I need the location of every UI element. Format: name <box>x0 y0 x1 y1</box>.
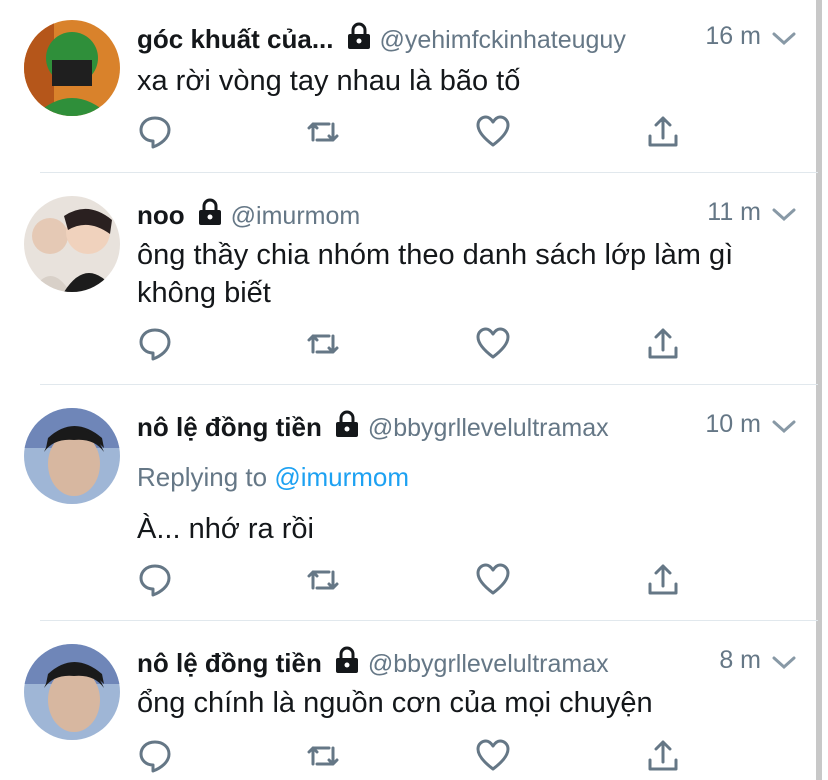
display-name[interactable]: noo <box>137 200 185 230</box>
tweet-4[interactable]: nô lệ đồng tiền @bbygrllevelultramax 8 m … <box>0 620 818 780</box>
timestamp[interactable]: 10 m <box>705 410 761 439</box>
display-name[interactable]: nô lệ đồng tiền <box>137 648 322 678</box>
retweet-icon[interactable] <box>305 562 345 602</box>
user-handle[interactable]: @imurmom <box>231 202 361 230</box>
display-name[interactable]: nô lệ đồng tiền <box>137 412 322 442</box>
lock-icon <box>334 410 360 443</box>
lock-icon <box>197 198 223 231</box>
tweet-text: ổng chính là nguồn cơn của mọi chuyện <box>137 687 653 719</box>
retweet-icon[interactable] <box>305 738 345 778</box>
action-bar <box>137 738 697 778</box>
user-handle[interactable]: @bbygrllevelultramax <box>368 650 609 678</box>
replying-to: Replying to @imurmom <box>137 462 409 493</box>
share-icon[interactable] <box>645 114 685 154</box>
avatar[interactable] <box>24 408 120 504</box>
action-bar <box>137 326 697 366</box>
tweet-text: xa rời vòng tay nhau là bão tố <box>137 65 521 97</box>
avatar[interactable] <box>24 20 120 116</box>
like-icon[interactable] <box>475 738 515 778</box>
like-icon[interactable] <box>475 114 515 154</box>
display-name[interactable]: góc khuất của... <box>137 24 334 54</box>
reply-icon[interactable] <box>137 326 177 366</box>
tweet-3[interactable]: nô lệ đồng tiền @bbygrllevelultramax 10 m… <box>0 384 818 620</box>
chevron-down-icon[interactable] <box>771 204 797 229</box>
reply-icon[interactable] <box>137 114 177 154</box>
lock-icon <box>346 22 372 55</box>
avatar[interactable] <box>24 644 120 740</box>
timestamp[interactable]: 16 m <box>705 22 761 51</box>
tweet-2[interactable]: noo @imurmom 11 m ông thầy chia nhóm theo… <box>0 172 818 384</box>
action-bar <box>137 562 697 602</box>
timestamp[interactable]: 8 m <box>719 646 761 675</box>
tweet-1[interactable]: góc khuất của... @yehimfckinhateuguy 16 m… <box>0 0 818 172</box>
avatar[interactable] <box>24 196 120 292</box>
like-icon[interactable] <box>475 326 515 366</box>
share-icon[interactable] <box>645 562 685 602</box>
lock-icon <box>334 646 360 679</box>
chevron-down-icon[interactable] <box>771 652 797 677</box>
reply-icon[interactable] <box>137 738 177 778</box>
retweet-icon[interactable] <box>305 326 345 366</box>
timestamp[interactable]: 11 m <box>707 198 761 227</box>
replying-to-label: Replying to <box>137 462 275 492</box>
reply-icon[interactable] <box>137 562 177 602</box>
share-icon[interactable] <box>645 738 685 778</box>
tweet-text: ông thầy chia nhóm theo danh sách lớp là… <box>137 239 734 309</box>
retweet-icon[interactable] <box>305 114 345 154</box>
share-icon[interactable] <box>645 326 685 366</box>
user-handle[interactable]: @bbygrllevelultramax <box>368 414 609 442</box>
tweet-text: À... nhớ ra rồi <box>137 513 314 545</box>
like-icon[interactable] <box>475 562 515 602</box>
chevron-down-icon[interactable] <box>771 416 797 441</box>
action-bar <box>137 114 697 154</box>
mention-link[interactable]: @imurmom <box>274 462 409 492</box>
user-handle[interactable]: @yehimfckinhateuguy <box>380 26 626 54</box>
chevron-down-icon[interactable] <box>771 28 797 53</box>
